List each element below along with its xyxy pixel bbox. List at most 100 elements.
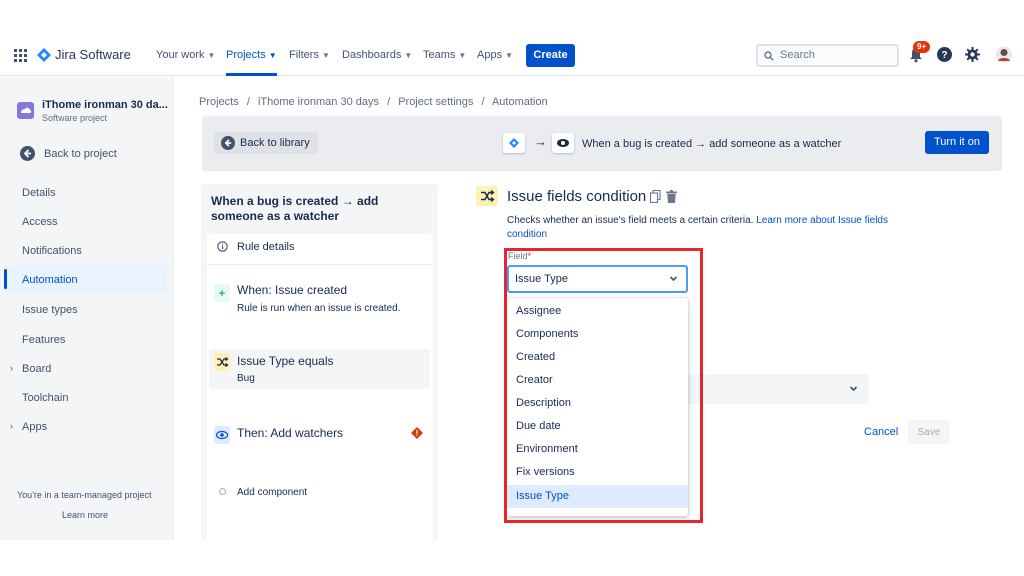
rule-title: When a bug is created → add someone as a… <box>211 194 379 223</box>
project-name[interactable]: iThome ironman 30 da... <box>42 99 168 111</box>
breadcrumb-separator: / <box>481 96 485 108</box>
breadcrumb-separator: / <box>387 96 391 108</box>
sidebar-item-apps[interactable]: Apps <box>22 421 47 433</box>
condition-description: Checks whether an issue's field meets a … <box>507 214 917 242</box>
breadcrumb: Projects / iThome ironman 30 days / Proj… <box>199 96 548 108</box>
svg-text:?: ? <box>941 50 947 61</box>
chevron-down-icon <box>849 384 858 393</box>
condition-shuffle-icon <box>476 186 498 206</box>
trigger-description: Rule is run when an issue is created. <box>237 303 401 314</box>
nav-dashboards-label: Dashboards <box>342 49 402 61</box>
chevron-down-icon: ▼ <box>268 51 277 60</box>
rule-details-link[interactable]: Rule details <box>237 241 294 253</box>
chevron-down-icon: ▼ <box>207 51 216 60</box>
sidebar-item-issue-types[interactable]: Issue types <box>22 304 78 316</box>
arrow-left-circle-icon <box>221 136 235 150</box>
sidebar-item-details[interactable]: Details <box>22 187 56 199</box>
back-to-library-button[interactable]: Back to library <box>214 132 318 154</box>
notification-badge: 9+ <box>913 41 931 53</box>
breadcrumb-project[interactable]: iThome ironman 30 days <box>258 96 379 108</box>
top-navigation: Jira Software Your work ▼ Projects ▼ Filte… <box>0 36 1024 76</box>
chevron-down-icon: ▼ <box>321 51 330 60</box>
sidebar-item-notifications[interactable]: Notifications <box>22 245 82 257</box>
help-icon[interactable]: ? <box>937 47 952 62</box>
sidebar-item-board[interactable]: Board <box>22 363 51 375</box>
condition-value: Bug <box>237 373 255 384</box>
learn-more-link[interactable]: Learn more <box>62 510 108 520</box>
sidebar-item-automation[interactable]: Automation <box>22 274 78 286</box>
condition-description-text: Checks whether an issue's field meets a … <box>507 215 754 226</box>
turn-it-on-button[interactable]: Turn it on <box>925 131 989 154</box>
condition-component[interactable]: Issue Type equals Bug <box>209 349 430 389</box>
trigger-title[interactable]: When: Issue created <box>237 283 347 297</box>
back-to-project-button[interactable]: Back to project <box>20 146 160 162</box>
rule-toolbar: Back to library → When a bug is created … <box>202 116 1002 171</box>
condition-title: Issue Type equals <box>237 354 334 368</box>
nav-apps[interactable]: Apps ▼ <box>477 49 513 61</box>
chevron-down-icon: ▼ <box>505 51 513 60</box>
chevron-right-icon: › <box>10 363 13 373</box>
search-icon <box>764 51 774 61</box>
nav-projects-label: Projects <box>226 49 266 61</box>
back-to-library-label: Back to library <box>240 137 310 149</box>
sidebar-item-access[interactable]: Access <box>22 216 57 228</box>
highlight-annotation-box <box>504 248 703 523</box>
chevron-down-icon: ▼ <box>458 51 467 60</box>
project-avatar[interactable] <box>17 102 34 119</box>
action-title[interactable]: Then: Add watchers <box>237 426 343 440</box>
add-component-link[interactable]: Add component <box>237 487 307 498</box>
eye-icon <box>214 426 230 444</box>
breadcrumb-automation[interactable]: Automation <box>492 96 548 108</box>
condition-editor-title: Issue fields condition <box>507 188 647 205</box>
settings-gear-icon[interactable] <box>965 47 980 62</box>
divider <box>207 264 433 265</box>
arrow-left-circle-icon <box>20 146 35 161</box>
project-sidebar: iThome ironman 30 da... Software project… <box>0 77 174 540</box>
project-type: Software project <box>42 113 108 123</box>
nav-your-work-label: Your work <box>156 49 205 61</box>
add-component-dot <box>219 488 226 495</box>
save-button-label: Save <box>917 427 941 438</box>
value-select[interactable] <box>688 374 869 404</box>
breadcrumb-settings[interactable]: Project settings <box>398 96 473 108</box>
sidebar-item-features[interactable]: Features <box>22 334 65 346</box>
breadcrumb-projects[interactable]: Projects <box>199 96 239 108</box>
copy-icon[interactable] <box>649 189 661 204</box>
arrow-right-icon: → <box>534 134 547 149</box>
create-button[interactable]: Create <box>526 44 575 67</box>
nav-teams[interactable]: Teams ▼ <box>423 49 466 61</box>
nav-active-indicator <box>226 73 277 76</box>
page-bottom-margin <box>0 540 1024 576</box>
product-name[interactable]: Jira Software <box>55 47 131 62</box>
cancel-button[interactable]: Cancel <box>864 426 898 438</box>
rule-component-list: Rule details + When: Issue created Rule … <box>207 234 433 540</box>
trigger-chip-icon <box>503 133 525 153</box>
nav-teams-label: Teams <box>423 49 456 61</box>
chevron-right-icon: › <box>10 421 13 431</box>
app-switcher-icon[interactable] <box>14 49 27 62</box>
trigger-plus-icon: + <box>214 284 230 302</box>
jira-logo-icon[interactable] <box>37 48 51 62</box>
trash-icon[interactable] <box>666 190 677 203</box>
action-chip-icon <box>552 133 574 153</box>
chevron-down-icon: ▼ <box>404 51 413 60</box>
breadcrumb-separator: / <box>246 96 250 108</box>
team-managed-note: You're in a team-managed project <box>17 490 152 500</box>
user-avatar[interactable] <box>996 46 1012 63</box>
info-icon <box>217 241 228 252</box>
nav-your-work[interactable]: Your work ▼ <box>156 49 215 61</box>
sidebar-item-toolchain[interactable]: Toolchain <box>22 392 68 404</box>
nav-dashboards[interactable]: Dashboards ▼ <box>342 49 412 61</box>
nav-apps-label: Apps <box>477 49 503 61</box>
search-placeholder: Search <box>780 49 815 61</box>
nav-filters-label: Filters <box>289 49 319 61</box>
save-button[interactable]: Save <box>908 420 950 444</box>
sidebar-selected-indicator <box>4 269 7 289</box>
back-to-project-label: Back to project <box>44 148 117 160</box>
rule-summary: When a bug is created → add someone as a… <box>582 138 842 150</box>
error-icon <box>411 427 423 439</box>
shuffle-icon <box>214 353 230 371</box>
nav-filters[interactable]: Filters ▼ <box>289 49 330 61</box>
search-input[interactable]: Search <box>756 44 899 67</box>
nav-projects[interactable]: Projects ▼ <box>226 49 277 61</box>
